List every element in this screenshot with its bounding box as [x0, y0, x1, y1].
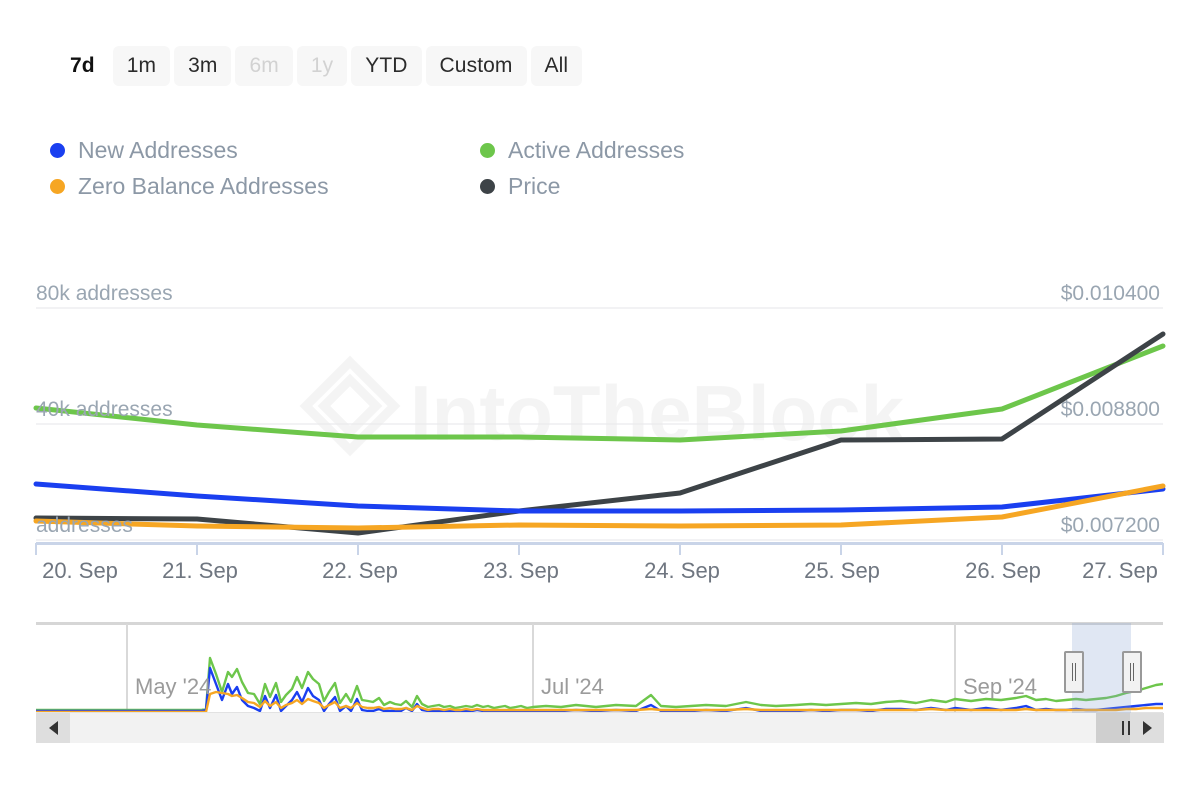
- chart-page: 7d 1m 3m 6m 1y YTD Custom All New Addres…: [0, 0, 1200, 800]
- legend-dot-icon-zero-balance-addresses: [50, 178, 65, 194]
- navigator-handle-right[interactable]: [1122, 651, 1142, 693]
- x-tick-label-6: 26. Sep: [965, 558, 1041, 583]
- navigator-handle-left[interactable]: [1064, 651, 1084, 693]
- y2-axis-label-mid: $0.008800: [1060, 398, 1160, 421]
- chart-navigator[interactable]: May '24 Jul '24 Sep '24: [36, 622, 1163, 714]
- scrollbar-track[interactable]: [36, 713, 1164, 743]
- x-tick-label-2: 22. Sep: [322, 558, 398, 583]
- legend-label-price: Price: [508, 172, 561, 199]
- range-button-1m[interactable]: 1m: [112, 46, 171, 86]
- x-tick-label-5: 25. Sep: [804, 558, 880, 583]
- legend-label-zero-balance-addresses: Zero Balance Addresses: [78, 172, 329, 199]
- range-button-ytd[interactable]: YTD: [351, 46, 422, 86]
- chart-scrollbar[interactable]: [36, 713, 1164, 743]
- x-tick-label-7: 27. Sep: [1082, 558, 1158, 583]
- legend-item-new-addresses[interactable]: New Addresses: [50, 133, 480, 167]
- x-tick-label-4: 24. Sep: [644, 558, 720, 583]
- series-line-new-addresses: [33, 481, 1166, 514]
- y-axis-label-40k: 40k addresses: [36, 398, 173, 421]
- x-tick-label-0: 20. Sep: [42, 558, 118, 583]
- legend-item-active-addresses[interactable]: Active Addresses: [480, 133, 810, 167]
- range-button-7d[interactable]: 7d: [56, 46, 109, 86]
- range-button-all[interactable]: All: [530, 46, 583, 86]
- navigator-label-may: May '24: [135, 674, 212, 699]
- y2-axis-label-bottom: $0.007200: [1060, 514, 1160, 537]
- range-button-1y: 1y: [296, 46, 348, 86]
- arrow-right-icon: [1142, 721, 1152, 735]
- main-chart-plot[interactable]: IntoTheBlock 80k addresses 40k addresses…: [0, 262, 1200, 592]
- navigator-canvas[interactable]: [36, 622, 1163, 714]
- y-axis-label-80k: 80k addresses: [36, 282, 173, 305]
- x-axis: [35, 542, 1164, 555]
- range-button-custom[interactable]: Custom: [425, 46, 527, 86]
- range-button-3m[interactable]: 3m: [174, 46, 232, 86]
- legend-item-zero-balance-addresses[interactable]: Zero Balance Addresses: [50, 169, 480, 203]
- arrow-left-icon: [48, 721, 58, 735]
- legend-label-new-addresses: New Addresses: [78, 136, 238, 163]
- legend-item-price[interactable]: Price: [480, 169, 810, 203]
- y-axis-label-0: addresses: [36, 514, 133, 537]
- chart-canvas: IntoTheBlock: [33, 307, 1166, 555]
- scrollbar-left-arrow-icon[interactable]: [36, 713, 70, 743]
- y2-axis-label-top: $0.010400: [1060, 282, 1160, 305]
- intotheblock-watermark: IntoTheBlock: [299, 355, 905, 457]
- x-tick-label-1: 21. Sep: [162, 558, 238, 583]
- legend-dot-icon-active-addresses: [480, 142, 495, 158]
- time-range-selector[interactable]: 7d 1m 3m 6m 1y YTD Custom All: [56, 46, 583, 86]
- legend-dot-icon-price: [480, 178, 495, 194]
- x-tick-label-3: 23. Sep: [483, 558, 559, 583]
- scrollbar-right-arrow-icon[interactable]: [1130, 713, 1164, 743]
- navigator-label-sep: Sep '24: [963, 674, 1037, 699]
- legend-label-active-addresses: Active Addresses: [508, 136, 685, 163]
- chart-legend: New Addresses Active Addresses Zero Bala…: [50, 133, 810, 205]
- navigator-label-jul: Jul '24: [541, 674, 604, 699]
- legend-dot-icon-new-addresses: [50, 142, 65, 158]
- range-button-6m: 6m: [235, 46, 293, 86]
